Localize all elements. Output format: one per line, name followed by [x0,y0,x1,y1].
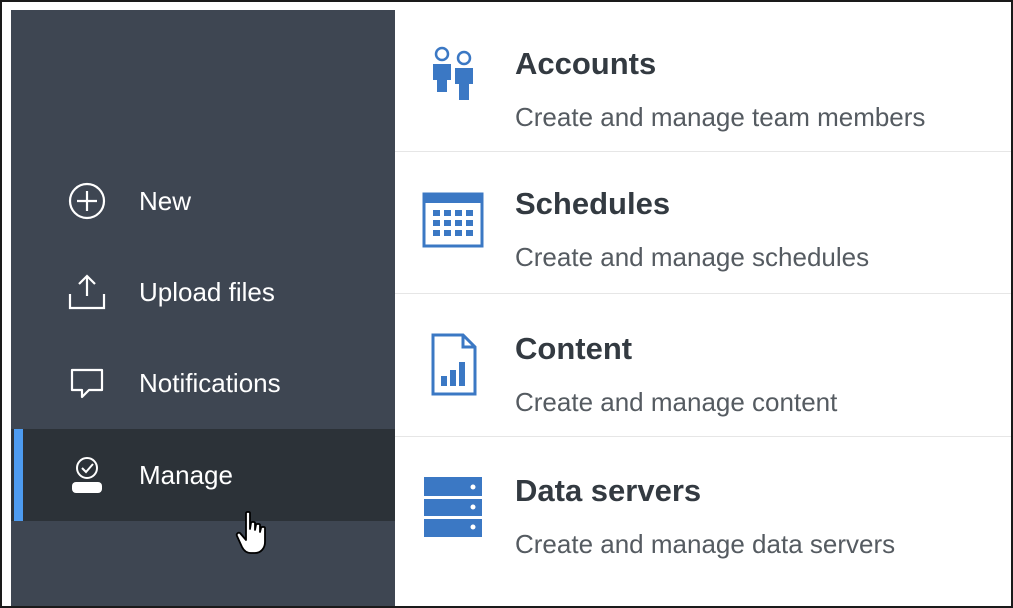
app-frame: New Upload files Notifications Manage Ac… [0,0,1013,608]
plus-circle-icon [67,181,107,221]
manage-options-list: Accounts Create and manage team members … [395,10,1011,606]
row-title: Content [515,331,633,366]
sidebar-item-manage[interactable]: Manage [11,429,395,521]
report-chart-icon [417,329,489,401]
row-description: Create and manage content [515,387,838,417]
row-description: Create and manage data servers [515,529,896,559]
sidebar-item-notifications[interactable]: Notifications [11,337,395,429]
server-icon [417,471,489,543]
sidebar: New Upload files Notifications Manage [11,10,395,606]
active-indicator [14,429,23,521]
users-icon [417,40,489,112]
calendar-icon [417,184,489,256]
row-description: Create and manage team members [515,102,926,132]
sidebar-item-label: New [139,185,192,216]
sidebar-item-upload-files[interactable]: Upload files [11,246,395,338]
sidebar-item-new[interactable]: New [11,155,395,247]
speech-bubble-icon [67,363,107,403]
hand-pointer-cursor-icon [235,510,269,556]
upload-icon [67,272,107,312]
list-item-content[interactable]: Content Create and manage content [395,295,1011,437]
row-title: Schedules [515,186,671,221]
sidebar-item-label: Manage [139,459,233,490]
row-title: Accounts [515,46,657,81]
list-item-data-servers[interactable]: Data servers Create and manage data serv… [395,437,1011,579]
row-title: Data servers [515,473,702,508]
sidebar-item-label: Notifications [139,367,281,398]
manage-user-check-icon [67,455,107,495]
sidebar-item-label: Upload files [139,276,275,307]
row-description: Create and manage schedules [515,242,870,272]
list-item-accounts[interactable]: Accounts Create and manage team members [395,10,1011,152]
list-item-schedules[interactable]: Schedules Create and manage schedules [395,152,1011,294]
